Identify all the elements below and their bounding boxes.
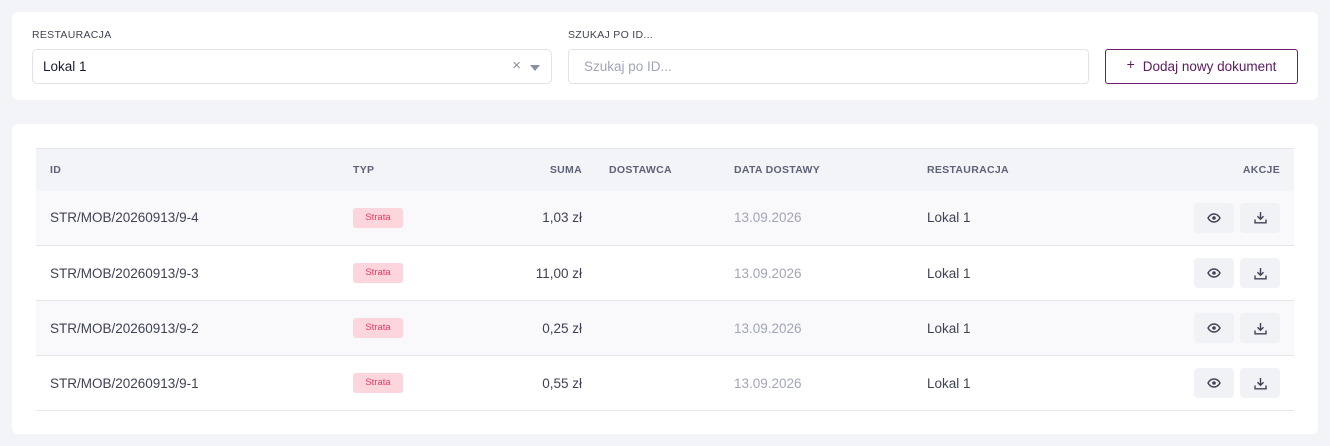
type-badge: Strata: [353, 318, 403, 338]
column-header-dostawca[interactable]: DOSTAWCA: [582, 148, 734, 191]
view-button[interactable]: [1194, 313, 1234, 343]
type-badge: Strata: [353, 373, 403, 393]
document-id: STR/MOB/20260913/9-1: [50, 375, 199, 391]
plus-icon: +: [1126, 55, 1135, 72]
view-button[interactable]: [1194, 202, 1234, 233]
download-button[interactable]: [1240, 258, 1280, 288]
documents-table: ID TYP SUMA DOSTAWCA DATA DOSTAWY RESTAU…: [36, 148, 1294, 411]
eye-icon: [1207, 268, 1221, 278]
column-header-suma[interactable]: SUMA: [478, 148, 582, 191]
document-supplier: [582, 246, 734, 301]
add-document-label: Dodaj nowy dokument: [1142, 59, 1277, 74]
download-icon: [1253, 212, 1267, 224]
filters-card: RESTAURACJA Lokal 1 × SZUKAJ PO ID... + …: [12, 12, 1318, 100]
delivery-date: 13.09.2026: [734, 265, 802, 281]
table-row: STR/MOB/20260913/9-1 Strata 0,55 zł 13.0…: [36, 356, 1294, 411]
restaurant-select-value: Lokal 1: [43, 59, 87, 74]
type-badge: Strata: [353, 207, 403, 228]
document-sum: 1,03 zł: [542, 210, 582, 226]
download-icon: [1253, 267, 1267, 279]
document-restaurant: Lokal 1: [927, 320, 971, 336]
document-sum: 0,55 zł: [542, 375, 582, 391]
document-restaurant: Lokal 1: [927, 210, 971, 226]
column-header-data[interactable]: DATA DOSTAWY: [734, 148, 927, 191]
eye-icon: [1207, 378, 1221, 388]
table-row: STR/MOB/20260913/9-2 Strata 0,25 zł 13.0…: [36, 300, 1294, 356]
document-sum: 11,00 zł: [535, 265, 582, 281]
clear-icon[interactable]: ×: [512, 57, 521, 75]
document-id: STR/MOB/20260913/9-4: [50, 210, 199, 226]
view-button[interactable]: [1194, 258, 1234, 288]
search-filter-label: SZUKAJ PO ID...: [568, 29, 654, 41]
download-button[interactable]: [1240, 202, 1280, 233]
chevron-down-icon[interactable]: [530, 65, 540, 71]
column-header-akcje: AKCJE: [1127, 148, 1294, 191]
add-document-button[interactable]: + Dodaj nowy dokument: [1105, 49, 1298, 84]
column-header-typ[interactable]: TYP: [353, 148, 478, 191]
column-header-id[interactable]: ID: [36, 148, 353, 191]
restaurant-filter-label: RESTAURACJA: [32, 29, 112, 41]
table-row: STR/MOB/20260913/9-3 Strata 11,00 zł 13.…: [36, 246, 1294, 301]
delivery-date: 13.09.2026: [734, 375, 802, 391]
documents-card: ID TYP SUMA DOSTAWCA DATA DOSTAWY RESTAU…: [12, 124, 1318, 434]
type-badge: Strata: [353, 263, 403, 283]
document-supplier: [582, 356, 734, 411]
column-header-restauracja[interactable]: RESTAURACJA: [927, 148, 1127, 191]
download-button[interactable]: [1240, 368, 1280, 398]
search-input[interactable]: [568, 49, 1089, 84]
eye-icon: [1207, 213, 1221, 223]
view-button[interactable]: [1194, 368, 1234, 398]
delivery-date: 13.09.2026: [734, 320, 802, 336]
download-button[interactable]: [1240, 313, 1280, 343]
document-restaurant: Lokal 1: [927, 375, 971, 391]
table-row: STR/MOB/20260913/9-4 Strata 1,03 zł 13.0…: [36, 190, 1294, 246]
delivery-date: 13.09.2026: [734, 210, 802, 226]
table-header-row: ID TYP SUMA DOSTAWCA DATA DOSTAWY RESTAU…: [36, 148, 1294, 191]
document-restaurant: Lokal 1: [927, 265, 971, 281]
download-icon: [1253, 377, 1267, 389]
restaurant-select[interactable]: Lokal 1 ×: [32, 49, 552, 84]
document-supplier: [582, 301, 734, 356]
eye-icon: [1207, 323, 1221, 333]
document-id: STR/MOB/20260913/9-2: [50, 320, 199, 336]
download-icon: [1253, 322, 1267, 334]
document-id: STR/MOB/20260913/9-3: [50, 265, 199, 281]
document-sum: 0,25 zł: [542, 320, 582, 336]
document-supplier: [582, 191, 734, 246]
